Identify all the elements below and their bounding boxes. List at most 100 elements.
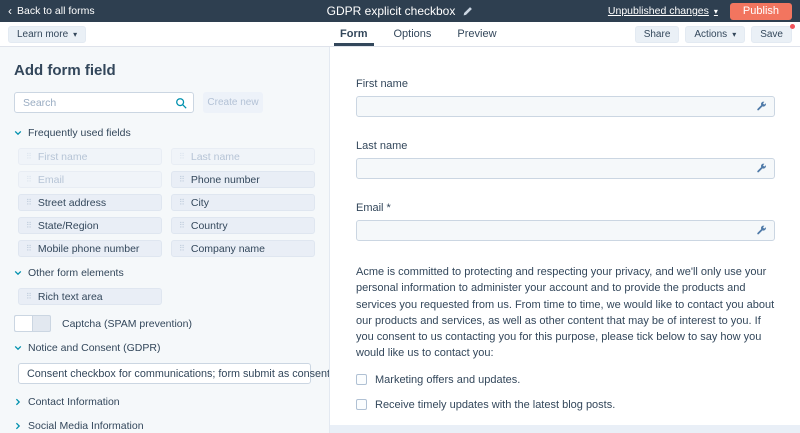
- save-button[interactable]: Save: [751, 25, 792, 43]
- field-chip-label: Street address: [37, 196, 107, 209]
- search-input[interactable]: [14, 92, 194, 113]
- form-field-first-name[interactable]: First name: [356, 78, 775, 117]
- chevron-down-icon: [14, 130, 22, 136]
- captcha-row: Captcha (SPAM prevention): [14, 315, 313, 332]
- publish-button[interactable]: Publish: [729, 2, 792, 20]
- caret-down-icon: ▾: [732, 29, 737, 39]
- section-social-media-information[interactable]: Social Media Information: [14, 420, 313, 432]
- consent-intro-text: Acme is committed to protecting and resp…: [356, 266, 775, 360]
- tab-options[interactable]: Options: [394, 22, 432, 46]
- form-title: GDPR explicit checkbox: [326, 4, 456, 18]
- content-area: Add form field Create new Frequently use…: [0, 47, 800, 433]
- rich-text-chip-label: Rich text area: [37, 290, 103, 303]
- section-label: Social Media Information: [28, 420, 144, 432]
- form-field-email[interactable]: Email *: [356, 202, 775, 241]
- edit-title-pencil-icon[interactable]: [462, 6, 473, 17]
- drag-handle-icon: ⠿: [179, 197, 185, 207]
- frequently-used-fields-grid: ⠿ First name ⠿ Last name ⠿ Email ⠿ Phone…: [18, 148, 315, 257]
- chevron-right-icon: [15, 398, 21, 406]
- tab-form[interactable]: Form: [334, 22, 373, 46]
- unsaved-notification-dot: [790, 24, 795, 29]
- back-to-forms-link[interactable]: ‹ Back to all forms: [8, 3, 327, 18]
- field-input[interactable]: [356, 220, 775, 241]
- chevron-down-icon: [14, 270, 22, 276]
- section-label: Other form elements: [28, 267, 124, 279]
- topbar-actions: Unpublished changes ▾ Publish: [473, 2, 792, 20]
- drag-handle-icon: ⠿: [26, 197, 32, 207]
- drag-handle-icon: ⠿: [179, 151, 185, 161]
- add-form-field-sidebar: Add form field Create new Frequently use…: [0, 47, 330, 433]
- drag-handle-icon: ⠿: [26, 151, 32, 161]
- form-title-group: GDPR explicit checkbox: [327, 4, 474, 18]
- drag-handle-icon: ⠿: [26, 220, 32, 230]
- section-label: Notice and Consent (GDPR): [28, 342, 161, 354]
- field-chip-label: State/Region: [37, 219, 99, 232]
- section-notice-and-consent-gdpr[interactable]: Notice and Consent (GDPR): [14, 342, 313, 354]
- share-button[interactable]: Share: [634, 25, 680, 43]
- create-new-button[interactable]: Create new: [203, 92, 263, 113]
- back-label: Back to all forms: [17, 5, 95, 17]
- checkbox-label: Receive timely updates with the latest b…: [375, 398, 616, 411]
- field-label: First name: [356, 78, 408, 90]
- chevron-down-icon: [14, 345, 22, 351]
- form-field-last-name[interactable]: Last name: [356, 140, 775, 179]
- field-chip-label: Last name: [190, 150, 240, 163]
- field-chip-street-address[interactable]: ⠿ Street address: [18, 194, 162, 211]
- section-frequently-used-fields[interactable]: Frequently used fields: [14, 127, 313, 139]
- checkbox-icon[interactable]: [356, 399, 367, 411]
- consent-checkbox-blog-updates[interactable]: Receive timely updates with the latest b…: [356, 399, 775, 411]
- field-chip-label: Company name: [190, 242, 265, 255]
- field-chip-state-region[interactable]: ⠿ State/Region: [18, 217, 162, 234]
- section-label: Contact Information: [28, 396, 120, 408]
- gdpr-consent-type-select[interactable]: Consent checkbox for communications; for…: [18, 363, 329, 384]
- field-chip-country[interactable]: ⠿ Country: [171, 217, 315, 234]
- field-chip-label: Country: [190, 219, 228, 232]
- field-input[interactable]: [356, 158, 775, 179]
- caret-down-icon: ▾: [73, 29, 78, 39]
- consent-checkbox-marketing[interactable]: Marketing offers and updates.: [356, 374, 775, 386]
- gdpr-consent-block: Acme is committed to protecting and resp…: [356, 264, 775, 433]
- wrench-icon: [757, 101, 766, 111]
- section-contact-information[interactable]: Contact Information: [14, 396, 313, 408]
- gdpr-select-value: Consent checkbox for communications; for…: [27, 367, 330, 380]
- field-chip-mobile-phone-number[interactable]: ⠿ Mobile phone number: [18, 240, 162, 257]
- tab-preview[interactable]: Preview: [457, 22, 496, 46]
- field-chip-label: City: [190, 196, 209, 209]
- section-other-form-elements[interactable]: Other form elements: [14, 267, 313, 279]
- search-row: Create new: [14, 92, 313, 113]
- captcha-label: Captcha (SPAM prevention): [62, 317, 192, 330]
- field-chip-label: Email: [37, 173, 65, 186]
- tab-bar: Form Options Preview: [334, 22, 497, 46]
- captcha-toggle[interactable]: [14, 315, 51, 332]
- form-preview-panel: First name Last name Email * Acme is com…: [330, 47, 800, 433]
- field-input[interactable]: [356, 96, 775, 117]
- checkbox-label: Marketing offers and updates.: [375, 373, 521, 386]
- actions-button[interactable]: Actions ▾: [685, 25, 746, 43]
- unpublished-changes-label: Unpublished changes: [607, 5, 709, 17]
- field-chip-last-name: ⠿ Last name: [171, 148, 315, 165]
- learn-more-label: Learn more: [17, 28, 69, 40]
- wrench-icon: [757, 163, 766, 173]
- unsubscribe-text: You may unsubscribe from these communica…: [356, 425, 736, 433]
- checkbox-icon[interactable]: [356, 374, 367, 386]
- section-label: Frequently used fields: [28, 127, 131, 139]
- field-chip-label: Phone number: [190, 173, 260, 186]
- field-chip-phone-number[interactable]: ⠿ Phone number: [171, 171, 315, 188]
- rich-text-area-chip[interactable]: ⠿ Rich text area: [18, 288, 162, 305]
- field-label: Last name: [356, 140, 408, 152]
- toggle-knob: [15, 316, 33, 331]
- learn-more-button[interactable]: Learn more ▾: [8, 25, 87, 43]
- wrench-icon: [757, 225, 766, 235]
- unpublished-changes-dropdown[interactable]: Unpublished changes ▾: [608, 5, 718, 17]
- field-label: Email *: [356, 202, 391, 214]
- drag-handle-icon: ⠿: [26, 243, 32, 253]
- back-chevron-icon: ‹: [8, 3, 12, 18]
- drag-handle-icon: ⠿: [179, 220, 185, 230]
- field-chip-company-name[interactable]: ⠿ Company name: [171, 240, 315, 257]
- drag-handle-icon: ⠿: [179, 243, 185, 253]
- drag-handle-icon: ⠿: [179, 174, 185, 184]
- sub-toolbar: Learn more ▾ Form Options Preview Share …: [0, 22, 800, 47]
- caret-down-icon: ▾: [713, 6, 718, 16]
- field-chip-city[interactable]: ⠿ City: [171, 194, 315, 211]
- field-chip-label: First name: [37, 150, 88, 163]
